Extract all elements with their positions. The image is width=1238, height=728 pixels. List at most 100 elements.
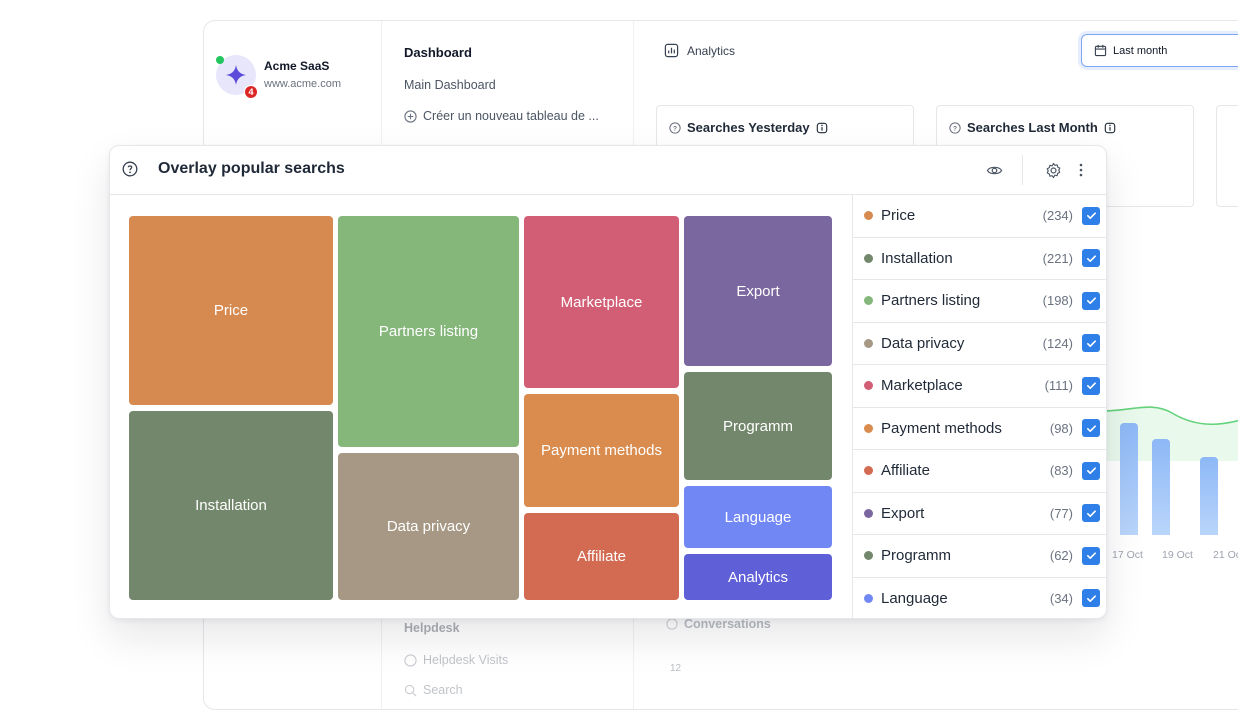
tile-label: Partners listing (378, 323, 479, 340)
nav-item-helpdesk-visits[interactable]: Helpdesk Visits (404, 653, 508, 667)
visits-chart: 17 Oct 19 Oct 21 Oc (1102, 381, 1238, 571)
stat-card-partial (1216, 105, 1238, 207)
legend-color-dot (864, 211, 873, 221)
legend-color-dot (864, 423, 873, 433)
date-range-label: Last month (1113, 44, 1168, 57)
company-name: Acme SaaS (264, 59, 330, 73)
legend-label: Data privacy (881, 334, 965, 352)
legend-checkbox[interactable] (1082, 249, 1100, 268)
legend-item[interactable]: Data privacy (124) (853, 323, 1106, 365)
nav-section-helpdesk: Helpdesk (404, 621, 460, 635)
tile-label: Language (724, 508, 792, 526)
visibility-button[interactable] (982, 158, 1006, 182)
sparkle-icon (226, 65, 246, 85)
legend-checkbox[interactable] (1082, 291, 1100, 310)
conversations-label: Conversations (684, 617, 771, 631)
nav-item-label: Main Dashboard (404, 78, 496, 92)
gear-icon (1046, 162, 1060, 178)
treemap-chart: Price Installation Partners listing Data… (110, 195, 852, 618)
tile-marketplace[interactable]: Marketplace (524, 216, 679, 388)
legend-count: (221) (1042, 250, 1073, 266)
legend-checkbox[interactable] (1082, 206, 1100, 225)
svg-text:?: ? (953, 125, 957, 132)
legend-label: Partners listing (881, 292, 981, 310)
legend-count: (62) (1049, 548, 1073, 564)
check-icon (1086, 467, 1096, 475)
tile-label: Price (213, 302, 249, 319)
legend-checkbox[interactable] (1082, 504, 1100, 523)
legend-label: Price (881, 207, 916, 225)
bar-chart-icon (664, 43, 679, 58)
legend-checkbox[interactable] (1082, 419, 1100, 438)
legend-item[interactable]: Affiliate (83) (853, 450, 1106, 493)
legend-label: Marketplace (881, 377, 963, 395)
chart-bar (1152, 439, 1170, 535)
online-status-dot (216, 56, 224, 64)
check-icon (1086, 382, 1096, 390)
legend-label: Payment methods (881, 419, 1002, 437)
header-divider (1022, 155, 1023, 185)
legend-color-dot (864, 551, 873, 561)
legend-item[interactable]: Programm (62) (853, 535, 1106, 578)
legend-count: (124) (1042, 335, 1073, 351)
tile-data-privacy[interactable]: Data privacy (338, 453, 519, 600)
nav-item-search[interactable]: Search (404, 683, 463, 697)
tile-affiliate[interactable]: Affiliate (524, 513, 679, 600)
chart-bar (1200, 457, 1218, 535)
info-icon[interactable] (1104, 122, 1116, 134)
stat-card-title: Searches Yesterday (687, 120, 810, 135)
tile-label: Payment methods (541, 442, 662, 459)
tile-label: Installation (195, 497, 267, 514)
stat-card-title: Searches Last Month (967, 120, 1098, 135)
legend-item[interactable]: Export (77) (853, 493, 1106, 535)
tile-programm[interactable]: Programm (684, 372, 832, 480)
legend-color-dot (864, 593, 873, 603)
legend-item[interactable]: Price (234) (853, 195, 1106, 238)
tab-analytics[interactable]: Analytics (664, 43, 735, 58)
stat-card-heading: ? Searches Last Month (949, 120, 1116, 135)
tile-label: Programm (722, 417, 793, 435)
info-icon[interactable] (816, 122, 828, 134)
check-icon (1086, 297, 1096, 305)
legend-count: (98) (1049, 420, 1073, 436)
legend-count: (111) (1044, 378, 1073, 394)
legend-count: (83) (1049, 463, 1073, 479)
check-icon (1086, 255, 1096, 262)
tile-export[interactable]: Export (684, 216, 832, 366)
legend-checkbox[interactable] (1082, 589, 1100, 608)
legend-label: Language (881, 589, 948, 607)
legend-item[interactable]: Language (34) (853, 578, 1106, 619)
legend-checkbox[interactable] (1082, 461, 1100, 480)
check-icon (1086, 340, 1096, 347)
legend-count: (34) (1049, 590, 1073, 606)
tile-label: Data privacy (386, 518, 471, 535)
more-button[interactable] (1069, 158, 1093, 182)
tile-analytics[interactable]: Analytics (684, 554, 832, 600)
settings-button[interactable] (1041, 158, 1065, 182)
eye-icon (986, 166, 1002, 174)
nav-item-create-dashboard[interactable]: Créer un nouveau tableau de ... (404, 109, 599, 123)
legend-item[interactable]: Payment methods (98) (853, 408, 1106, 450)
legend-item[interactable]: Marketplace (111) (853, 365, 1106, 408)
help-icon (666, 618, 678, 630)
tile-partners-listing[interactable]: Partners listing (338, 216, 519, 447)
tile-installation[interactable]: Installation (129, 411, 333, 600)
legend-checkbox[interactable] (1082, 334, 1100, 353)
tile-payment-methods[interactable]: Payment methods (524, 394, 679, 507)
legend-item[interactable]: Partners listing (198) (853, 280, 1106, 323)
legend-checkbox[interactable] (1082, 546, 1100, 565)
legend-count: (198) (1042, 293, 1073, 309)
date-range-button[interactable]: Last month (1081, 34, 1238, 67)
legend-checkbox[interactable] (1082, 376, 1100, 395)
panel-header: Overlay popular searchs (110, 146, 1106, 195)
tab-label: Analytics (687, 43, 736, 58)
legend-item[interactable]: Installation (221) (853, 238, 1106, 280)
tile-price[interactable]: Price (129, 216, 333, 405)
more-vertical-icon (1079, 163, 1083, 177)
x-axis-label: 19 Oct (1162, 549, 1193, 561)
legend-label: Programm (881, 547, 952, 565)
tile-label: Analytics (727, 568, 789, 586)
tile-language[interactable]: Language (684, 486, 832, 548)
help-icon[interactable] (122, 161, 138, 177)
nav-item-main-dashboard[interactable]: Main Dashboard (404, 78, 496, 92)
